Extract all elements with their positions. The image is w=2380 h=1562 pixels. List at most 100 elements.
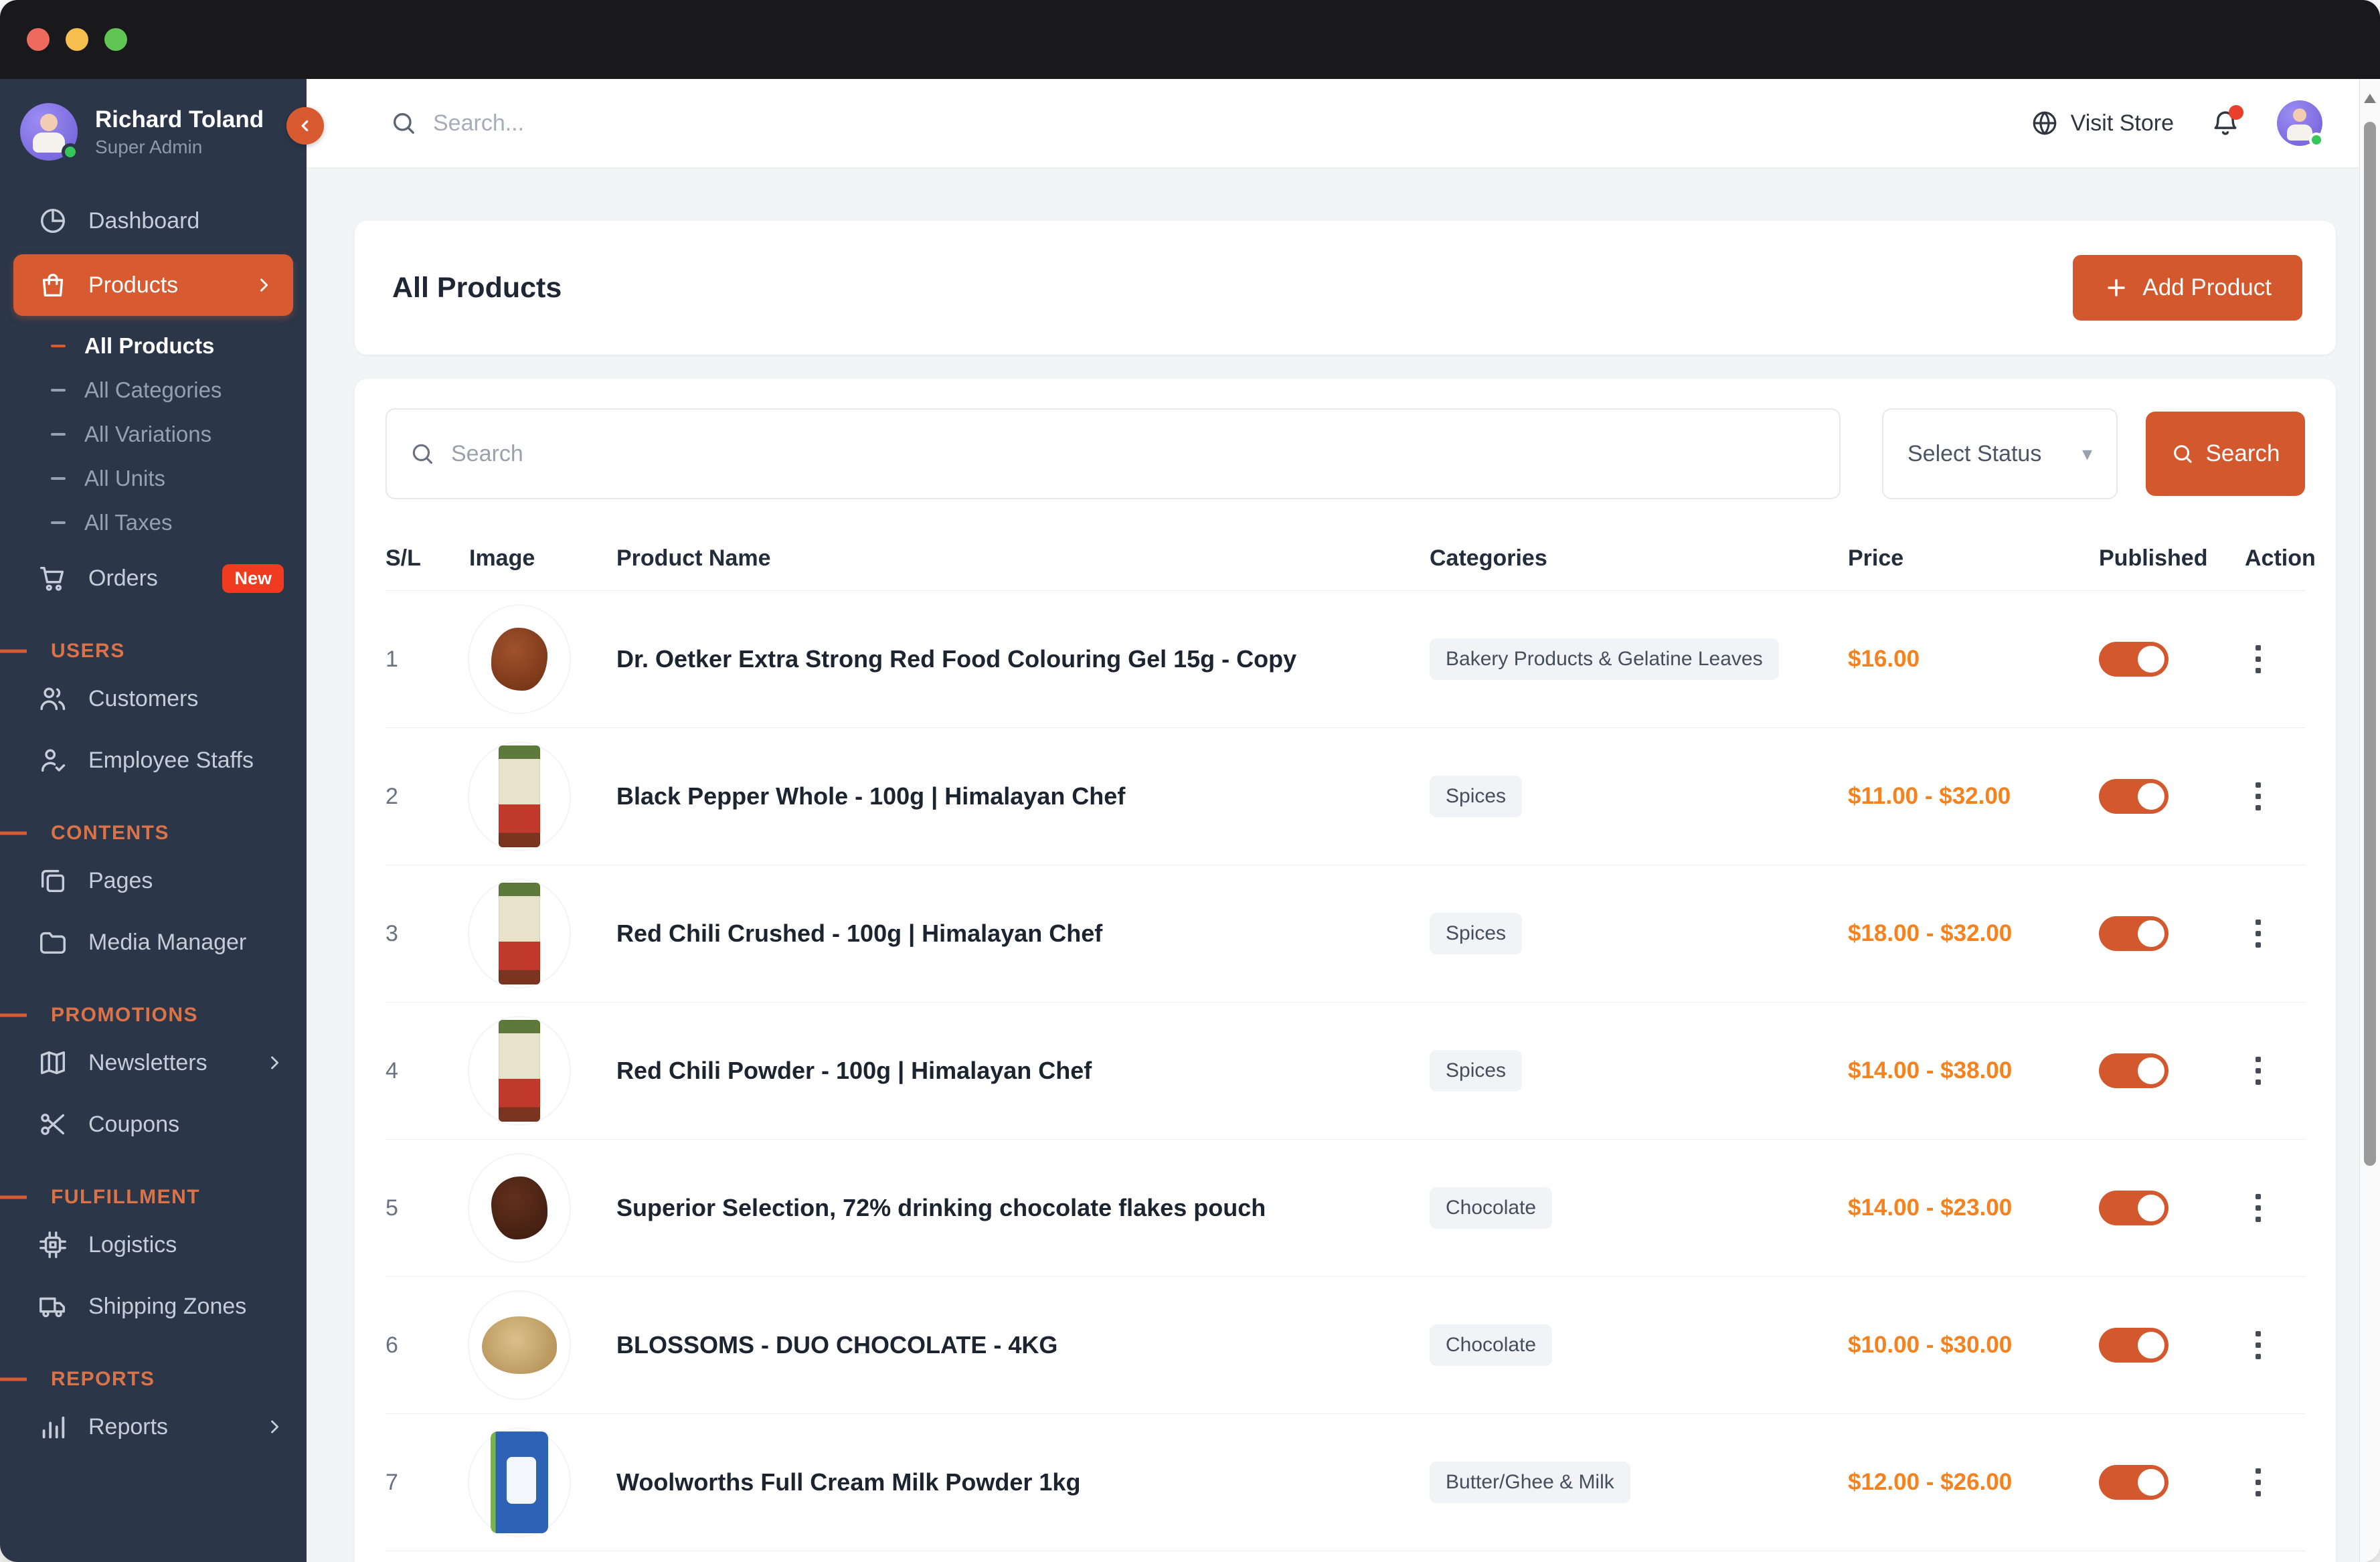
- user-avatar: [20, 103, 79, 161]
- scrollbar[interactable]: [2359, 79, 2380, 1562]
- product-name[interactable]: Red Chili Crushed - 100g | Himalayan Che…: [616, 918, 1430, 950]
- bar-chart-icon: [37, 1411, 68, 1442]
- published-toggle[interactable]: [2099, 1328, 2169, 1363]
- row-serial: 2: [386, 783, 398, 809]
- sidebar-subitem-all-products[interactable]: All Products: [0, 324, 307, 368]
- row-actions-button[interactable]: [2245, 1194, 2272, 1222]
- global-search[interactable]: [390, 109, 2031, 137]
- sidebar-item-label: Shipping Zones: [88, 1293, 247, 1319]
- row-serial: 1: [386, 646, 398, 672]
- add-product-button[interactable]: Add Product: [2073, 255, 2302, 321]
- page-header-card: All Products Add Product: [355, 221, 2336, 355]
- product-name[interactable]: Red Chili Powder - 100g | Himalayan Chef: [616, 1055, 1430, 1087]
- scrollbar-thumb[interactable]: [2364, 122, 2376, 1166]
- product-image: [469, 1292, 570, 1399]
- product-name[interactable]: Superior Selection, 72% drinking chocola…: [616, 1193, 1430, 1224]
- users-icon: [37, 683, 68, 714]
- sidebar-item-shipping-zones[interactable]: Shipping Zones: [0, 1276, 307, 1337]
- sidebar-subitem-all-variations[interactable]: All Variations: [0, 412, 307, 456]
- caret-down-icon: ▾: [2081, 442, 2092, 465]
- shopping-bag-icon: [37, 270, 68, 300]
- sidebar-item-media-manager[interactable]: Media Manager: [0, 912, 307, 973]
- published-toggle[interactable]: [2099, 642, 2169, 677]
- sidebar-section-fulfillment: FULFILLMENT: [0, 1186, 307, 1209]
- table-row: 1 Dr. Oetker Extra Strong Red Food Colou…: [386, 590, 2305, 727]
- table-row-partial: [386, 1551, 2305, 1562]
- published-toggle[interactable]: [2099, 1053, 2169, 1088]
- sidebar-subitem-all-units[interactable]: All Units: [0, 456, 307, 501]
- topbar-avatar[interactable]: [2277, 100, 2324, 147]
- sidebar-item-dashboard[interactable]: Dashboard: [0, 190, 307, 252]
- online-status-dot: [62, 143, 79, 161]
- sidebar-item-pages[interactable]: Pages: [0, 850, 307, 912]
- product-name[interactable]: Dr. Oetker Extra Strong Red Food Colouri…: [616, 644, 1430, 675]
- dash-icon: [51, 477, 66, 480]
- product-name[interactable]: Woolworths Full Cream Milk Powder 1kg: [616, 1467, 1430, 1498]
- row-serial: 4: [386, 1057, 398, 1083]
- close-window-button[interactable]: [27, 28, 50, 51]
- page-title: All Products: [392, 271, 562, 304]
- table-header-row: S/L Image Product Name Categories Price …: [386, 526, 2316, 590]
- chevron-right-icon: [254, 276, 273, 294]
- published-toggle[interactable]: [2099, 1191, 2169, 1225]
- row-actions-button[interactable]: [2245, 1057, 2272, 1085]
- status-select[interactable]: Select Status ▾: [1882, 408, 2118, 499]
- sidebar-item-orders[interactable]: Orders New: [0, 547, 307, 609]
- table-search-field[interactable]: [386, 408, 1841, 499]
- user-role: Super Admin: [95, 137, 203, 157]
- sidebar-subitem-all-taxes[interactable]: All Taxes: [0, 501, 307, 545]
- user-profile[interactable]: Richard Toland Super Admin: [0, 79, 307, 161]
- minimize-window-button[interactable]: [66, 28, 88, 51]
- row-serial: 6: [386, 1332, 398, 1358]
- chevron-right-icon: [265, 1417, 284, 1436]
- subitem-label: All Categories: [84, 377, 222, 402]
- dash-icon: [51, 433, 66, 436]
- sidebar-item-customers[interactable]: Customers: [0, 668, 307, 729]
- row-actions-button[interactable]: [2245, 1468, 2272, 1496]
- user-name: Richard Toland: [95, 106, 264, 133]
- sidebar-item-logistics[interactable]: Logistics: [0, 1214, 307, 1276]
- table-search-input[interactable]: [450, 440, 1816, 468]
- sidebar-item-newsletters[interactable]: Newsletters: [0, 1032, 307, 1094]
- products-table: S/L Image Product Name Categories Price …: [386, 526, 2316, 1562]
- notifications-button[interactable]: [2210, 105, 2243, 139]
- row-actions-button[interactable]: [2245, 1331, 2272, 1359]
- published-toggle[interactable]: [2099, 779, 2169, 814]
- row-actions-button[interactable]: [2245, 782, 2272, 810]
- zoom-window-button[interactable]: [104, 28, 127, 51]
- published-toggle[interactable]: [2099, 1465, 2169, 1500]
- sidebar-collapse-button[interactable]: [286, 107, 324, 145]
- search-button[interactable]: Search: [2146, 412, 2305, 496]
- sidebar-item-label: Orders: [88, 565, 158, 591]
- new-badge: New: [222, 563, 284, 593]
- published-toggle[interactable]: [2099, 916, 2169, 951]
- dashboard-icon: [37, 205, 68, 236]
- notification-badge: [2229, 105, 2243, 120]
- table-row: 2 Black Pepper Whole - 100g | Himalayan …: [386, 727, 2305, 865]
- globe-icon: [2033, 111, 2056, 135]
- subitem-label: All Variations: [84, 422, 212, 446]
- sidebar-item-label: Newsletters: [88, 1049, 207, 1075]
- product-price: $16.00: [1848, 646, 1920, 672]
- sidebar-subitem-all-categories[interactable]: All Categories: [0, 368, 307, 412]
- product-name[interactable]: Black Pepper Whole - 100g | Himalayan Ch…: [616, 781, 1430, 812]
- sidebar-item-label: Logistics: [88, 1231, 177, 1257]
- col-header-name: Product Name: [616, 545, 771, 571]
- product-image: [469, 743, 570, 850]
- scissors-icon: [37, 1109, 68, 1140]
- sidebar-item-reports[interactable]: Reports: [0, 1396, 307, 1458]
- row-actions-button[interactable]: [2245, 645, 2272, 673]
- table-row: 7 Woolworths Full Cream Milk Powder 1kg …: [386, 1413, 2305, 1551]
- sidebar-item-coupons[interactable]: Coupons: [0, 1094, 307, 1155]
- row-actions-button[interactable]: [2245, 920, 2272, 948]
- product-image: [469, 1429, 570, 1536]
- product-image: [469, 880, 570, 987]
- sidebar-item-products[interactable]: Products: [13, 254, 293, 316]
- sidebar-item-employee-staffs[interactable]: Employee Staffs: [0, 729, 307, 791]
- product-name[interactable]: BLOSSOMS - DUO CHOCOLATE - 4KG: [616, 1330, 1430, 1361]
- global-search-input[interactable]: [432, 109, 903, 137]
- plus-icon: [2108, 279, 2126, 296]
- scrollbar-up-arrow[interactable]: [2364, 94, 2376, 103]
- visit-store-link[interactable]: Visit Store: [2031, 109, 2174, 137]
- dash-icon: [51, 345, 66, 347]
